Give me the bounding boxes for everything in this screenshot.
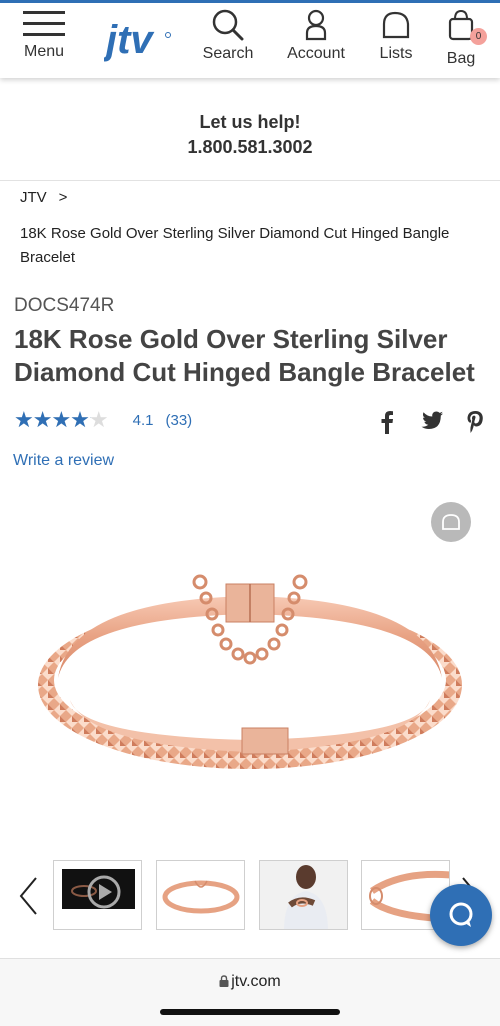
browser-url-text: jtv.com (231, 973, 281, 990)
menu-label: Menu (23, 43, 65, 60)
product-image[interactable] (30, 500, 470, 830)
lists-button[interactable]: Lists (373, 9, 419, 63)
account-label: Account (287, 45, 345, 62)
lists-label: Lists (379, 45, 413, 62)
bag-button[interactable]: 0 Bag (440, 9, 487, 68)
rating-stars: ★★★★★ ★★★★★ (14, 407, 109, 432)
home-indicator[interactable] (160, 1009, 340, 1015)
thumbnail-bangle-front[interactable] (156, 860, 245, 930)
menu-button[interactable]: Menu (18, 9, 70, 61)
product-sku: DOCS474R (14, 295, 115, 316)
help-banner: Let us help! 1.800.581.3002 (0, 112, 500, 158)
search-icon (212, 9, 244, 41)
product-rating[interactable]: ★★★★★ ★★★★★ 4.1 (33) (14, 408, 192, 432)
heart-icon (382, 11, 410, 39)
pinterest-icon[interactable] (466, 410, 484, 434)
product-title: 18K Rose Gold Over Sterling Silver Diamo… (14, 324, 475, 387)
divider (0, 180, 500, 181)
search-label: Search (202, 45, 254, 62)
search-button[interactable]: Search (200, 9, 256, 63)
review-count-link[interactable]: (33) (165, 412, 192, 429)
jtv-logo[interactable]: jtv (104, 13, 174, 65)
breadcrumb-separator: > (58, 189, 68, 206)
write-review-link[interactable]: Write a review (13, 452, 114, 470)
rating-stars-fill: ★★★★★ (14, 408, 91, 432)
facebook-icon[interactable] (380, 410, 394, 434)
browser-bottom-bar: jtv.com (0, 958, 500, 1026)
chat-button[interactable] (430, 884, 492, 946)
account-icon (305, 9, 327, 41)
svg-text:jtv: jtv (104, 18, 155, 62)
help-phone-link[interactable]: 1.800.581.3002 (0, 137, 500, 158)
site-header: Menu jtv Search Account Lists 0 Bag (0, 0, 500, 78)
help-heading: Let us help! (199, 112, 301, 132)
add-to-list-button[interactable] (431, 502, 471, 542)
twitter-icon[interactable] (420, 410, 444, 432)
heart-icon (442, 514, 460, 530)
lock-icon (219, 975, 229, 987)
thumbnail-video[interactable] (53, 860, 142, 930)
chat-bubble-icon (449, 902, 473, 927)
bag-label: Bag (446, 50, 476, 67)
chevron-left-icon[interactable] (18, 876, 40, 916)
breadcrumb: JTV > (20, 189, 67, 206)
thumbnail-model-wearing[interactable] (259, 860, 348, 930)
hamburger-icon (23, 11, 65, 36)
breadcrumb-root-link[interactable]: JTV (20, 189, 47, 206)
account-button[interactable]: Account (283, 9, 349, 63)
browser-url[interactable]: jtv.com (0, 973, 500, 991)
rating-value: 4.1 (132, 411, 154, 429)
bag-count-badge: 0 (470, 28, 487, 45)
breadcrumb-current: 18K Rose Gold Over Sterling Silver Diamo… (20, 225, 450, 266)
